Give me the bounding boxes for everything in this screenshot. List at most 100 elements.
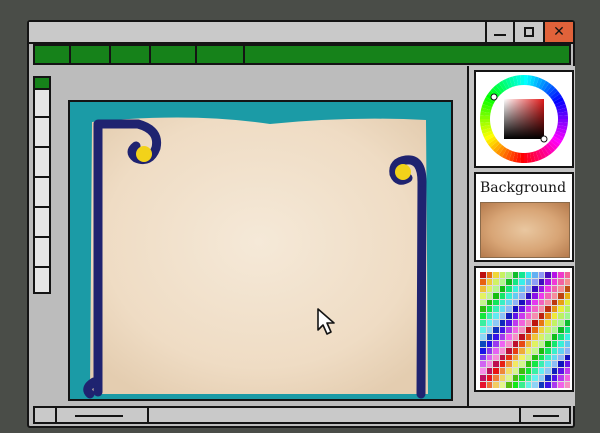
color-wheel-icon[interactable]: [476, 72, 572, 166]
color-swatch[interactable]: [519, 313, 525, 320]
color-swatch[interactable]: [551, 340, 557, 347]
color-swatch[interactable]: [525, 375, 531, 382]
color-swatch[interactable]: [519, 375, 525, 382]
color-swatch[interactable]: [525, 278, 531, 285]
color-swatch[interactable]: [564, 278, 570, 285]
color-swatch[interactable]: [551, 375, 557, 382]
background-preview[interactable]: [480, 202, 570, 258]
color-swatch[interactable]: [525, 382, 531, 388]
color-swatch[interactable]: [538, 327, 544, 333]
color-swatch[interactable]: [538, 368, 544, 375]
color-swatch[interactable]: [525, 354, 531, 361]
color-swatch[interactable]: [512, 306, 518, 313]
color-swatch[interactable]: [493, 361, 499, 368]
color-swatch[interactable]: [499, 375, 505, 382]
color-swatch[interactable]: [538, 361, 544, 368]
color-swatch[interactable]: [564, 299, 570, 306]
color-swatch[interactable]: [532, 382, 538, 388]
color-swatch[interactable]: [558, 361, 564, 368]
color-swatch[interactable]: [564, 375, 570, 382]
color-swatch[interactable]: [558, 299, 564, 306]
color-swatch[interactable]: [538, 340, 544, 347]
color-swatch[interactable]: [525, 361, 531, 368]
color-swatch[interactable]: [506, 347, 512, 354]
color-swatch[interactable]: [545, 272, 551, 278]
color-swatch[interactable]: [525, 340, 531, 347]
color-swatch[interactable]: [512, 299, 518, 306]
color-swatch[interactable]: [558, 368, 564, 375]
color-swatch[interactable]: [480, 299, 486, 306]
color-swatch[interactable]: [532, 354, 538, 361]
color-swatch[interactable]: [538, 292, 544, 299]
color-swatch[interactable]: [525, 333, 531, 340]
color-swatch[interactable]: [499, 340, 505, 347]
color-swatch[interactable]: [506, 354, 512, 361]
color-swatch[interactable]: [480, 368, 486, 375]
color-swatch[interactable]: [486, 299, 492, 306]
color-swatch[interactable]: [512, 354, 518, 361]
color-swatch[interactable]: [486, 354, 492, 361]
color-swatch[interactable]: [499, 313, 505, 320]
color-swatch[interactable]: [538, 375, 544, 382]
color-swatch[interactable]: [493, 340, 499, 347]
color-swatch[interactable]: [493, 278, 499, 285]
menu-tab-4[interactable]: [151, 46, 197, 63]
color-swatch[interactable]: [558, 347, 564, 354]
color-swatch[interactable]: [532, 292, 538, 299]
color-swatch[interactable]: [525, 292, 531, 299]
color-swatch[interactable]: [538, 278, 544, 285]
color-swatch[interactable]: [545, 375, 551, 382]
color-swatch[interactable]: [532, 313, 538, 320]
color-swatch[interactable]: [532, 327, 538, 333]
color-swatch[interactable]: [480, 313, 486, 320]
color-swatch[interactable]: [558, 354, 564, 361]
color-swatch[interactable]: [480, 354, 486, 361]
color-swatch[interactable]: [564, 327, 570, 333]
color-swatch[interactable]: [512, 340, 518, 347]
color-swatch[interactable]: [499, 320, 505, 327]
color-swatch[interactable]: [564, 361, 570, 368]
color-swatch[interactable]: [506, 306, 512, 313]
color-swatch[interactable]: [525, 320, 531, 327]
color-swatch[interactable]: [493, 354, 499, 361]
color-swatch[interactable]: [532, 361, 538, 368]
color-swatch[interactable]: [564, 368, 570, 375]
color-swatch[interactable]: [480, 382, 486, 388]
color-swatch[interactable]: [558, 382, 564, 388]
color-swatch[interactable]: [519, 272, 525, 278]
color-swatch[interactable]: [519, 347, 525, 354]
color-swatch[interactable]: [519, 278, 525, 285]
color-swatch[interactable]: [519, 299, 525, 306]
color-swatch[interactable]: [564, 272, 570, 278]
color-swatch[interactable]: [486, 340, 492, 347]
menu-tab-1[interactable]: [35, 46, 71, 63]
color-swatch[interactable]: [512, 320, 518, 327]
color-swatch[interactable]: [499, 354, 505, 361]
color-swatch[interactable]: [551, 272, 557, 278]
color-swatch[interactable]: [493, 333, 499, 340]
color-swatch[interactable]: [551, 354, 557, 361]
color-swatch[interactable]: [564, 320, 570, 327]
color-swatch[interactable]: [512, 278, 518, 285]
color-swatch[interactable]: [545, 327, 551, 333]
color-swatch[interactable]: [519, 320, 525, 327]
color-swatch[interactable]: [486, 368, 492, 375]
color-swatch[interactable]: [480, 272, 486, 278]
color-swatch[interactable]: [486, 313, 492, 320]
color-swatch[interactable]: [545, 347, 551, 354]
color-swatch[interactable]: [564, 285, 570, 292]
color-swatch[interactable]: [558, 313, 564, 320]
color-swatch[interactable]: [545, 382, 551, 388]
color-swatch[interactable]: [506, 382, 512, 388]
color-swatch[interactable]: [499, 292, 505, 299]
color-swatch[interactable]: [558, 285, 564, 292]
color-swatch[interactable]: [532, 347, 538, 354]
color-swatch[interactable]: [545, 361, 551, 368]
color-swatch[interactable]: [519, 368, 525, 375]
color-swatch[interactable]: [545, 333, 551, 340]
color-swatch[interactable]: [512, 313, 518, 320]
color-swatch[interactable]: [506, 333, 512, 340]
color-swatch[interactable]: [564, 354, 570, 361]
color-swatch[interactable]: [499, 278, 505, 285]
color-swatch[interactable]: [558, 340, 564, 347]
